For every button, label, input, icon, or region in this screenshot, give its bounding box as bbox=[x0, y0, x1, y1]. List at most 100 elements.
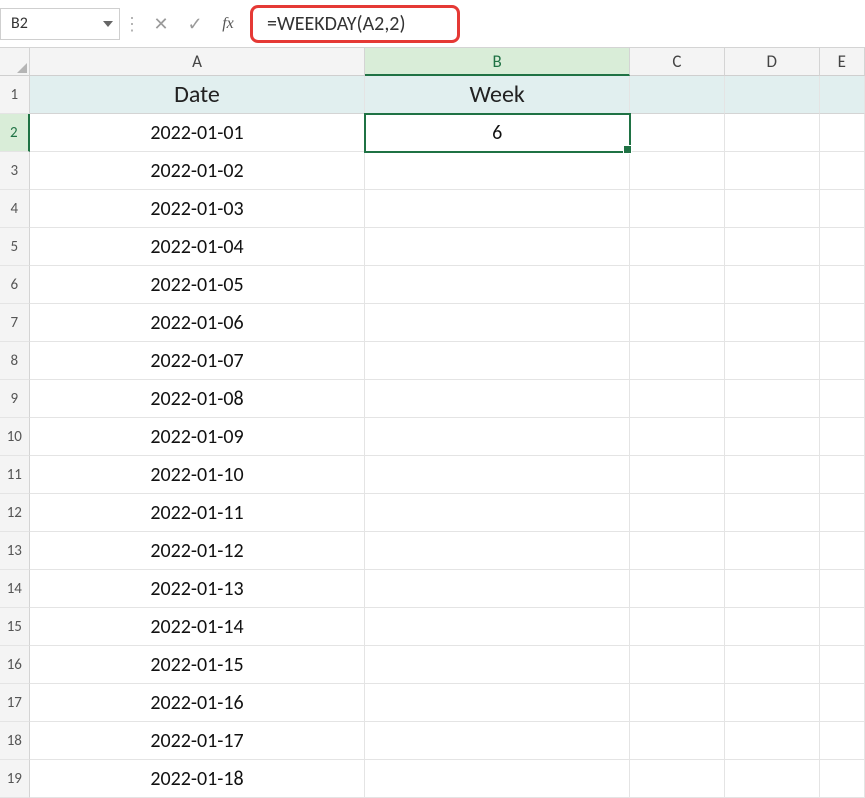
cell-A13[interactable]: 2022-01-12 bbox=[30, 532, 366, 570]
cell-C12[interactable] bbox=[630, 494, 725, 532]
cell-E9[interactable] bbox=[820, 380, 865, 418]
cell-D13[interactable] bbox=[725, 532, 820, 570]
cell-A3[interactable]: 2022-01-02 bbox=[30, 152, 366, 190]
row-header[interactable]: 7 bbox=[0, 304, 30, 342]
cell-C13[interactable] bbox=[630, 532, 725, 570]
column-header-c[interactable]: C bbox=[630, 48, 725, 76]
cell-D18[interactable] bbox=[725, 722, 820, 760]
confirm-formula-button[interactable]: ✓ bbox=[178, 8, 212, 40]
cell-B17[interactable] bbox=[365, 684, 630, 722]
cell-C8[interactable] bbox=[630, 342, 725, 380]
cell-A4[interactable]: 2022-01-03 bbox=[30, 190, 366, 228]
cell-A11[interactable]: 2022-01-10 bbox=[30, 456, 366, 494]
cell-A17[interactable]: 2022-01-16 bbox=[30, 684, 366, 722]
cell-A5[interactable]: 2022-01-04 bbox=[30, 228, 366, 266]
cell-A12[interactable]: 2022-01-11 bbox=[30, 494, 366, 532]
cell-B18[interactable] bbox=[365, 722, 630, 760]
cell-C6[interactable] bbox=[630, 266, 725, 304]
cell-E2[interactable] bbox=[820, 114, 865, 152]
cell-E17[interactable] bbox=[820, 684, 865, 722]
cell-C4[interactable] bbox=[630, 190, 725, 228]
cell-B1[interactable]: Week bbox=[365, 76, 630, 114]
cell-E10[interactable] bbox=[820, 418, 865, 456]
row-header[interactable]: 18 bbox=[0, 722, 30, 760]
cell-B14[interactable] bbox=[365, 570, 630, 608]
name-box[interactable]: B2 bbox=[0, 8, 120, 40]
formula-input[interactable]: =WEEKDAY(A2,2) bbox=[250, 5, 460, 43]
row-header[interactable]: 19 bbox=[0, 760, 30, 798]
cell-D16[interactable] bbox=[725, 646, 820, 684]
row-header[interactable]: 16 bbox=[0, 646, 30, 684]
row-header[interactable]: 14 bbox=[0, 570, 30, 608]
cell-E18[interactable] bbox=[820, 722, 865, 760]
cell-A14[interactable]: 2022-01-13 bbox=[30, 570, 366, 608]
cell-E3[interactable] bbox=[820, 152, 865, 190]
cell-D9[interactable] bbox=[725, 380, 820, 418]
cell-E19[interactable] bbox=[820, 760, 865, 798]
cell-E5[interactable] bbox=[820, 228, 865, 266]
cell-E15[interactable] bbox=[820, 608, 865, 646]
cell-E11[interactable] bbox=[820, 456, 865, 494]
cell-C18[interactable] bbox=[630, 722, 725, 760]
chevron-down-icon[interactable] bbox=[103, 21, 113, 27]
cell-B8[interactable] bbox=[365, 342, 630, 380]
cell-C7[interactable] bbox=[630, 304, 725, 342]
select-all-corner[interactable] bbox=[0, 48, 30, 76]
cell-E16[interactable] bbox=[820, 646, 865, 684]
cell-D10[interactable] bbox=[725, 418, 820, 456]
row-header[interactable]: 5 bbox=[0, 228, 30, 266]
cell-B9[interactable] bbox=[365, 380, 630, 418]
cell-B7[interactable] bbox=[365, 304, 630, 342]
row-header[interactable]: 4 bbox=[0, 190, 30, 228]
cell-A6[interactable]: 2022-01-05 bbox=[30, 266, 366, 304]
cell-E12[interactable] bbox=[820, 494, 865, 532]
cell-C2[interactable] bbox=[630, 114, 725, 152]
cell-E14[interactable] bbox=[820, 570, 865, 608]
cell-C15[interactable] bbox=[630, 608, 725, 646]
cell-D14[interactable] bbox=[725, 570, 820, 608]
column-header-e[interactable]: E bbox=[820, 48, 865, 76]
cell-D17[interactable] bbox=[725, 684, 820, 722]
row-header[interactable]: 17 bbox=[0, 684, 30, 722]
cell-A1[interactable]: Date bbox=[30, 76, 366, 114]
cell-E6[interactable] bbox=[820, 266, 865, 304]
row-header[interactable]: 9 bbox=[0, 380, 30, 418]
cell-D3[interactable] bbox=[725, 152, 820, 190]
row-header[interactable]: 1 bbox=[0, 76, 30, 114]
cell-B4[interactable] bbox=[365, 190, 630, 228]
cell-D2[interactable] bbox=[725, 114, 820, 152]
cell-D1[interactable] bbox=[725, 76, 820, 114]
cell-C14[interactable] bbox=[630, 570, 725, 608]
row-header[interactable]: 6 bbox=[0, 266, 30, 304]
cell-B19[interactable] bbox=[365, 760, 630, 798]
cell-A16[interactable]: 2022-01-15 bbox=[30, 646, 366, 684]
cell-C1[interactable] bbox=[630, 76, 725, 114]
cell-B10[interactable] bbox=[365, 418, 630, 456]
cell-B15[interactable] bbox=[365, 608, 630, 646]
cell-D15[interactable] bbox=[725, 608, 820, 646]
cell-A9[interactable]: 2022-01-08 bbox=[30, 380, 366, 418]
fx-icon[interactable]: fx bbox=[212, 15, 244, 33]
row-header[interactable]: 15 bbox=[0, 608, 30, 646]
cell-B6[interactable] bbox=[365, 266, 630, 304]
cell-D6[interactable] bbox=[725, 266, 820, 304]
cell-D12[interactable] bbox=[725, 494, 820, 532]
cell-E8[interactable] bbox=[820, 342, 865, 380]
cell-D19[interactable] bbox=[725, 760, 820, 798]
cell-B5[interactable] bbox=[365, 228, 630, 266]
cell-B16[interactable] bbox=[365, 646, 630, 684]
cell-E13[interactable] bbox=[820, 532, 865, 570]
cell-C17[interactable] bbox=[630, 684, 725, 722]
cell-A7[interactable]: 2022-01-06 bbox=[30, 304, 366, 342]
cell-C3[interactable] bbox=[630, 152, 725, 190]
cell-C9[interactable] bbox=[630, 380, 725, 418]
cell-B11[interactable] bbox=[365, 456, 630, 494]
column-header-d[interactable]: D bbox=[725, 48, 820, 76]
cell-C5[interactable] bbox=[630, 228, 725, 266]
row-header[interactable]: 3 bbox=[0, 152, 30, 190]
cell-E7[interactable] bbox=[820, 304, 865, 342]
column-header-b[interactable]: B bbox=[365, 48, 630, 76]
cell-D5[interactable] bbox=[725, 228, 820, 266]
row-header[interactable]: 8 bbox=[0, 342, 30, 380]
row-header[interactable]: 10 bbox=[0, 418, 30, 456]
